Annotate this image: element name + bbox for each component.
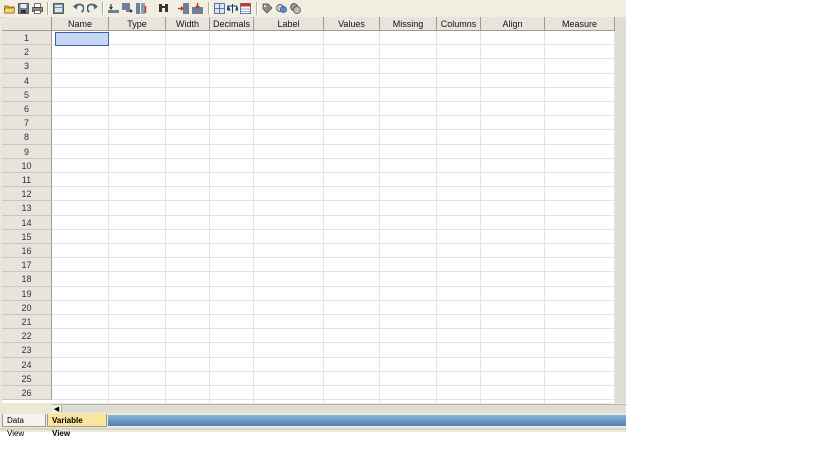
grid-row-line (52, 342, 615, 344)
grid-row-line (52, 328, 615, 330)
weight-cases-icon[interactable] (227, 3, 238, 14)
goto-variable-icon[interactable] (122, 3, 133, 14)
row-header[interactable]: 8 (2, 130, 52, 145)
grid-row-line (52, 143, 615, 145)
row-header[interactable]: 10 (2, 158, 52, 173)
row-header[interactable]: 23 (2, 343, 52, 358)
find-icon[interactable] (158, 3, 169, 14)
row-header[interactable]: 14 (2, 215, 52, 230)
row-header[interactable]: 18 (2, 272, 52, 287)
grid-row-line (52, 356, 615, 358)
grid-row-line (52, 86, 615, 88)
column-header-measure[interactable]: Measure (545, 17, 615, 31)
grid-row-line (52, 186, 615, 188)
grid-row-line (52, 285, 615, 287)
grid-row-line (52, 58, 615, 60)
grid-row-line (52, 129, 615, 131)
row-header[interactable]: 24 (2, 357, 52, 372)
variable-grid[interactable]: Name Type Width Decimals Label Values Missing C… (2, 17, 615, 403)
row-header[interactable]: 5 (2, 87, 52, 102)
grid-row-line (52, 200, 615, 202)
grid-row-line (52, 370, 615, 372)
save-icon[interactable] (18, 3, 29, 14)
column-header-columns[interactable]: Columns (437, 17, 481, 31)
column-header-type[interactable]: Type (109, 17, 166, 31)
grid-row-line (52, 257, 615, 259)
row-header[interactable]: 9 (2, 144, 52, 159)
toolbar-separator (102, 2, 104, 15)
value-labels-icon[interactable] (262, 3, 273, 14)
toolbar-separator (47, 2, 49, 15)
grid-row-line (52, 44, 615, 46)
tab-variable-view[interactable]: Variable View (47, 414, 107, 438)
show-all-variables-icon[interactable] (290, 3, 301, 14)
grid-row-line (52, 115, 615, 117)
print-icon[interactable] (32, 3, 43, 14)
row-header[interactable]: 11 (2, 173, 52, 188)
column-header-width[interactable]: Width (166, 17, 210, 31)
grid-row-line (52, 214, 615, 216)
grid-row-line (52, 385, 615, 386)
open-folder-icon[interactable] (4, 3, 15, 14)
grid-row-line (52, 271, 615, 273)
row-header[interactable]: 1 (2, 31, 52, 46)
grid-row-line (52, 399, 615, 401)
toolbar-separator (208, 2, 210, 15)
grid-row-line (52, 157, 615, 159)
insert-cases-icon[interactable] (178, 3, 189, 14)
grid-row-line (52, 299, 615, 301)
tab-strip (108, 415, 626, 426)
redo-icon[interactable] (87, 3, 98, 14)
split-file-icon[interactable] (214, 3, 225, 14)
status-divider (0, 428, 626, 430)
active-cell[interactable] (55, 32, 109, 46)
row-header[interactable]: 20 (2, 300, 52, 315)
row-header[interactable]: 15 (2, 229, 52, 244)
grid-row-line (52, 314, 615, 315)
row-header[interactable]: 17 (2, 258, 52, 273)
view-tabs: Data View Variable View (0, 413, 626, 438)
tab-data-view[interactable]: Data View (2, 414, 46, 438)
row-header[interactable]: 6 (2, 102, 52, 117)
variables-info-icon[interactable] (136, 3, 147, 14)
goto-case-icon[interactable] (108, 3, 119, 14)
grid-row-line (52, 228, 615, 230)
toolbar-separator (256, 2, 258, 15)
undo-icon[interactable] (73, 3, 84, 14)
row-header[interactable]: 25 (2, 371, 52, 386)
insert-variable-icon[interactable] (192, 3, 203, 14)
grid-row-line (52, 172, 615, 173)
grid-row-line (52, 243, 615, 244)
row-header[interactable]: 12 (2, 187, 52, 202)
row-header[interactable]: 13 (2, 201, 52, 216)
column-header-missing[interactable]: Missing (380, 17, 437, 31)
row-header[interactable]: 7 (2, 116, 52, 131)
grid-row-line (52, 101, 615, 102)
column-header-align[interactable]: Align (481, 17, 545, 31)
column-header-label[interactable]: Label (254, 17, 324, 31)
row-header[interactable]: 26 (2, 386, 52, 401)
row-header[interactable]: 16 (2, 244, 52, 259)
grid-row-line (52, 72, 615, 74)
column-header-decimals[interactable]: Decimals (210, 17, 254, 31)
use-sets-icon[interactable] (276, 3, 287, 14)
grid-corner[interactable] (2, 17, 52, 31)
toolbar (0, 0, 626, 18)
vertical-scrollbar[interactable] (615, 17, 626, 403)
row-header[interactable]: 3 (2, 59, 52, 74)
row-header[interactable]: 21 (2, 315, 52, 330)
spss-window: Name Type Width Decimals Label Values Missing C… (0, 0, 626, 438)
select-cases-icon[interactable] (240, 3, 251, 14)
row-header[interactable]: 22 (2, 329, 52, 344)
row-header[interactable]: 2 (2, 45, 52, 60)
column-header-values[interactable]: Values (324, 17, 380, 31)
row-header[interactable]: 4 (2, 73, 52, 88)
column-header-name[interactable]: Name (52, 17, 109, 31)
row-header[interactable]: 19 (2, 286, 52, 301)
dialog-recall-icon[interactable] (53, 3, 64, 14)
